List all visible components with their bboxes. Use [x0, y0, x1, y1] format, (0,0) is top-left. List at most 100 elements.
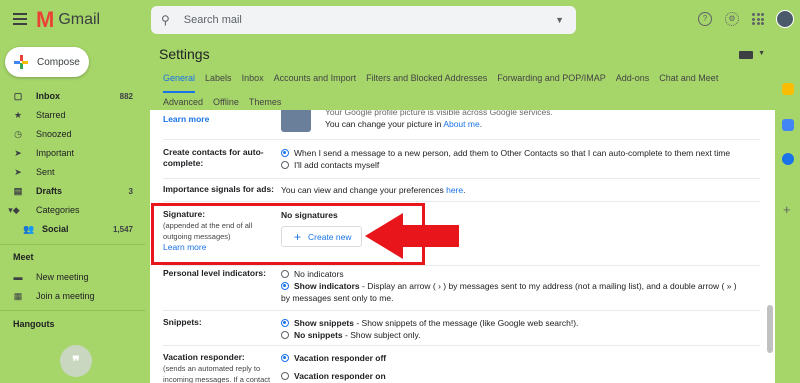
radio-unselected[interactable] [281, 161, 289, 169]
gmail-wordmark: Gmail [58, 11, 101, 28]
vacation-option-off[interactable]: Vacation responder off [281, 352, 386, 364]
apps-grid-icon[interactable] [752, 13, 764, 25]
social-count: 1,547 [112, 224, 133, 234]
tasks-icon[interactable] [782, 153, 794, 165]
inbox-icon: ▢ [13, 90, 23, 101]
keep-icon[interactable] [782, 119, 794, 131]
hangouts-section-title: Hangouts [13, 319, 55, 329]
vacation-label: Vacation responder: (sends an automated … [163, 352, 278, 383]
search-input[interactable]: Search mail [184, 14, 242, 26]
importance-here-link[interactable]: here [446, 185, 463, 195]
tab-themes[interactable]: Themes [249, 97, 282, 107]
top-learn-more-link[interactable]: Learn more [163, 114, 209, 125]
scrollbar-thumb[interactable] [767, 305, 773, 353]
help-icon[interactable]: ? [698, 12, 712, 26]
picture-change-text: You can change your picture in About me. [325, 119, 483, 129]
vacation-option-on[interactable]: Vacation responder on [281, 370, 386, 382]
radio-selected[interactable] [281, 149, 289, 157]
red-arrow-icon [365, 213, 459, 259]
sidebar-item-join-meeting[interactable]: ▦ Join a meeting [0, 287, 140, 305]
tab-add-ons[interactable]: Add-ons [616, 73, 650, 83]
snippets-label: Snippets: [163, 317, 202, 327]
tab-accounts-and-import[interactable]: Accounts and Import [274, 73, 357, 83]
people-icon: 👥 [23, 223, 35, 234]
personal-indicators-label: Personal level indicators: [163, 268, 266, 278]
clock-icon: ◷ [14, 128, 22, 139]
search-icon[interactable]: ⚲ [161, 13, 170, 27]
label-icon: ▾◆ [8, 204, 20, 215]
search-bar[interactable]: ⚲ Search mail ▼ [151, 6, 576, 34]
contacts-label: Create contacts for auto-complete: [163, 147, 264, 168]
contacts-option-auto[interactable]: When I send a message to a new person, a… [281, 147, 730, 159]
personal-option-none[interactable]: No indicators [281, 268, 344, 280]
star-icon: ★ [13, 109, 23, 120]
radio-selected[interactable] [281, 282, 289, 290]
row-divider [163, 345, 760, 346]
tab-offline[interactable]: Offline [213, 97, 239, 107]
gmail-m-icon: M [36, 7, 55, 32]
sidebar-divider [0, 244, 145, 245]
personal-option-show[interactable]: Show indicators - Display an arrow ( › )… [281, 280, 746, 304]
page-title: Settings [159, 46, 210, 62]
settings-tabs: General Labels Inbox Accounts and Import… [163, 73, 718, 83]
sidebar-item-drafts[interactable]: ▤ Drafts 3 [0, 182, 140, 200]
radio-unselected[interactable] [281, 270, 289, 278]
tab-advanced[interactable]: Advanced [163, 97, 203, 107]
picture-info-text: Your Google profile picture is visible a… [325, 110, 553, 117]
snippets-option-none[interactable]: No snippets - Show subject only. [281, 329, 420, 341]
sidebar-item-inbox[interactable]: ▢ Inbox 882 [0, 87, 140, 105]
active-tab-indicator [163, 91, 195, 93]
drafts-count: 3 [128, 186, 133, 196]
tab-filters-and-blocked-addresses[interactable]: Filters and Blocked Addresses [366, 73, 487, 83]
about-me-link[interactable]: About me [443, 119, 479, 129]
avatar[interactable] [776, 10, 794, 28]
radio-selected[interactable] [281, 319, 289, 327]
tab-inbox[interactable]: Inbox [242, 73, 264, 83]
sidebar-item-categories[interactable]: ▾◆ Categories [0, 201, 140, 219]
sidebar-divider [0, 310, 145, 311]
row-divider [163, 265, 760, 266]
compose-label: Compose [37, 56, 80, 68]
settings-gear-icon[interactable]: ⚙ [725, 12, 739, 26]
input-tools-keyboard-icon[interactable] [739, 51, 753, 59]
keyboard-icon: ▦ [13, 290, 23, 301]
hangouts-quote-icon[interactable]: ❞ [60, 345, 92, 377]
sidebar-item-starred[interactable]: ★ Starred [0, 106, 140, 124]
row-divider [163, 310, 760, 311]
gmail-logo[interactable]: M Gmail [36, 9, 100, 31]
inbox-count: 882 [119, 91, 133, 101]
draft-icon: ▤ [13, 185, 23, 196]
compose-button[interactable]: Compose [5, 47, 89, 77]
tab-general[interactable]: General [163, 73, 195, 83]
menu-icon[interactable] [13, 13, 27, 25]
vacation-sub: (sends an automated reply to incoming me… [163, 364, 271, 383]
sidebar-item-sent[interactable]: ➤ Sent [0, 163, 140, 181]
radio-unselected[interactable] [281, 331, 289, 339]
top-bar: M Gmail ⚲ Search mail ▼ ? ⚙ [0, 0, 800, 40]
importance-text: You can view and change your preferences… [281, 185, 466, 195]
importance-label: Importance signals for ads: [163, 184, 274, 194]
search-options-caret-icon[interactable]: ▼ [555, 15, 564, 25]
input-tools-caret-icon[interactable]: ▼ [758, 50, 765, 57]
radio-unselected[interactable] [281, 372, 289, 380]
compose-plus-icon [14, 55, 28, 69]
add-addon-plus-icon[interactable]: + [783, 202, 791, 217]
video-camera-icon: ▬ [13, 272, 23, 282]
tab-chat-and-meet[interactable]: Chat and Meet [659, 73, 718, 83]
row-divider [163, 139, 760, 140]
sidebar-item-snoozed[interactable]: ◷ Snoozed [0, 125, 140, 143]
row-divider [163, 178, 760, 179]
send-icon: ➤ [14, 166, 22, 177]
tab-labels[interactable]: Labels [205, 73, 232, 83]
snippets-option-show[interactable]: Show snippets - Show snippets of the mes… [281, 317, 578, 329]
calendar-icon[interactable] [782, 83, 794, 95]
contacts-option-manual[interactable]: I'll add contacts myself [281, 159, 379, 171]
sidebar-item-new-meeting[interactable]: ▬ New meeting [0, 268, 140, 286]
sidebar-item-social[interactable]: 👥 Social 1,547 [0, 220, 140, 238]
side-panel: + [777, 40, 800, 383]
important-icon: ➤ [14, 147, 22, 158]
radio-selected[interactable] [281, 354, 289, 362]
profile-picture-thumbnail [281, 110, 311, 132]
tab-forwarding-pop-imap[interactable]: Forwarding and POP/IMAP [497, 73, 606, 83]
sidebar-item-important[interactable]: ➤ Important [0, 144, 140, 162]
